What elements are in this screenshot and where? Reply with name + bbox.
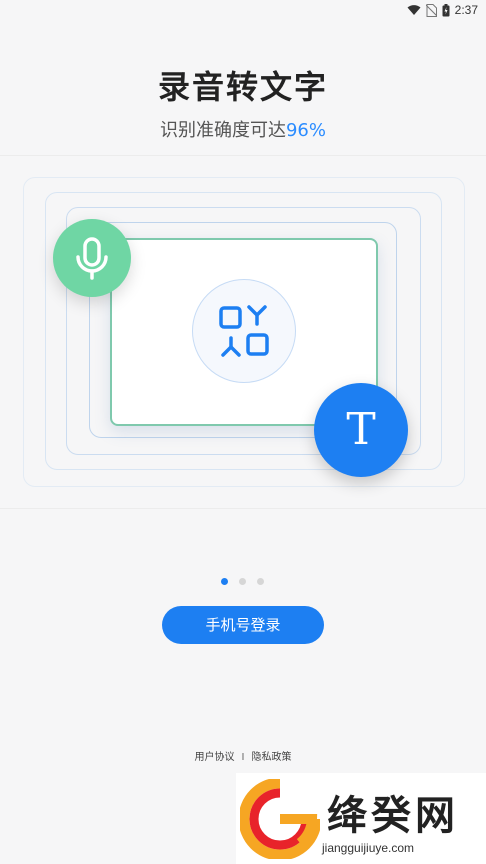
page-dot-1[interactable] [221,578,228,585]
microphone-bubble [53,219,131,297]
watermark-logo-icon [240,779,320,859]
user-agreement-link[interactable]: 用户协议 [195,752,235,763]
page-dot-3[interactable] [257,578,264,585]
convert-icon [219,305,269,357]
microphone-icon [76,237,108,280]
no-sim-icon [425,3,437,17]
wifi-icon [407,5,421,15]
subtitle-text: 识别准确度可达 [159,120,286,141]
page-title: 录音转文字 [157,68,328,106]
page-indicator [221,578,264,585]
footer-separator: I [241,752,245,763]
privacy-policy-link[interactable]: 隐私政策 [251,752,291,763]
battery-icon [442,3,450,16]
watermark-url: jiangguijiuye.com [322,841,415,855]
page-subtitle: 识别准确度可达96% [0,116,486,142]
watermark-text: 绛癸网 [327,793,459,839]
text-bubble: T [314,383,408,477]
status-time: 2:37 [454,3,478,17]
status-icons: 2:37 [407,2,478,18]
watermark: 绛癸网 jiangguijiuye.com [236,773,486,864]
footer-links: 用户协议 I 隐私政策 [0,748,486,763]
subtitle-accuracy: 96% [285,120,326,141]
divider-top [0,155,486,156]
phone-login-button[interactable]: 手机号登录 [162,606,324,644]
convert-circle [192,279,296,383]
status-bar: 2:37 [0,0,486,20]
divider-bottom [0,508,486,509]
page-dot-2[interactable] [239,578,246,585]
